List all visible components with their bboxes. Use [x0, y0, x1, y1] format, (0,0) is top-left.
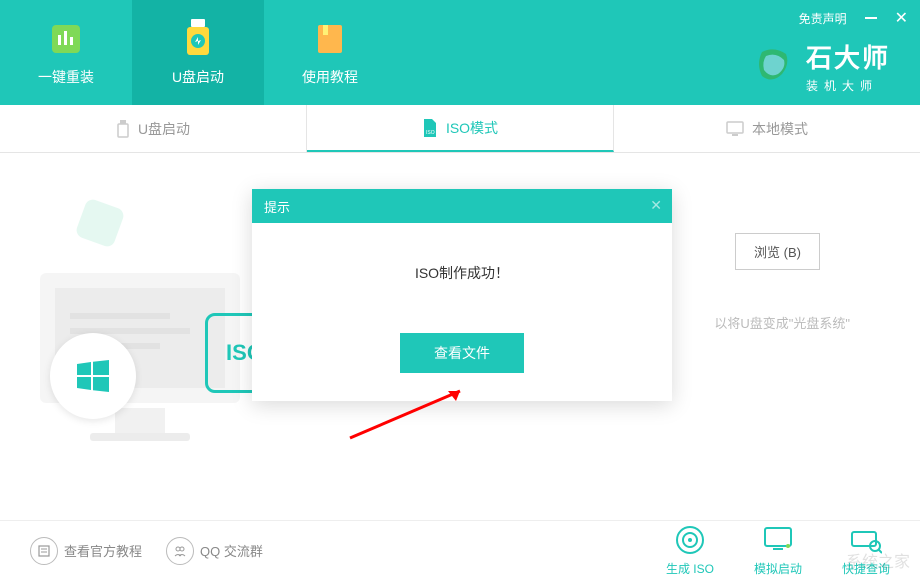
footer: 查看官方教程 QQ 交流群 生成 ISO 模拟启动 快捷查询 系统之家 — [0, 520, 920, 580]
usb-small-icon — [116, 120, 130, 138]
action-label: 模拟启动 — [754, 560, 802, 577]
tab-iso-mode[interactable]: ISO ISO模式 — [307, 105, 614, 152]
tab-local-mode[interactable]: 本地模式 — [614, 105, 920, 152]
window-controls: 免责声明 ✕ — [799, 8, 908, 28]
action-quick-query[interactable]: 快捷查询 — [842, 524, 890, 577]
main-content: ISO 浏览 (B) 以将U盘变成"光盘系统" 提示 ✕ ISO制作成功！ 查看… — [0, 153, 920, 520]
nav-usb-boot[interactable]: U盘启动 — [132, 0, 264, 105]
nav-label: 使用教程 — [302, 67, 358, 87]
tab-label: ISO模式 — [446, 118, 498, 138]
footer-actions: 生成 ISO 模拟启动 快捷查询 — [666, 524, 890, 577]
brand-logo-icon — [752, 44, 796, 88]
footer-qq-link[interactable]: QQ 交流群 — [166, 537, 263, 565]
dialog-message: ISO制作成功！ — [252, 223, 672, 333]
app-header: 免责声明 ✕ 一键重装 U盘启动 使用教程 石大师 — [0, 0, 920, 105]
book-icon — [310, 19, 350, 59]
nav-label: 一键重装 — [38, 67, 94, 87]
usb-icon — [178, 19, 218, 59]
brand-subtitle: 装机大师 — [806, 77, 890, 94]
brand-title: 石大师 — [806, 38, 890, 75]
book-small-icon — [30, 537, 58, 565]
dialog-header: 提示 ✕ — [252, 189, 672, 223]
hint-text: 以将U盘变成"光盘系统" — [714, 313, 850, 332]
brand: 石大师 装机大师 — [752, 38, 890, 94]
action-generate-iso[interactable]: 生成 ISO — [666, 524, 714, 577]
browse-button[interactable]: 浏览 (B) — [735, 233, 820, 270]
svg-text:ISO: ISO — [426, 130, 435, 136]
action-simulate-boot[interactable]: 模拟启动 — [754, 524, 802, 577]
monitor-play-icon — [762, 524, 794, 556]
dialog-close-button[interactable]: ✕ — [650, 197, 662, 214]
nav-tutorial[interactable]: 使用教程 — [264, 0, 396, 105]
main-nav: 一键重装 U盘启动 使用教程 — [0, 0, 396, 105]
minimize-button[interactable] — [865, 17, 877, 19]
action-label: 生成 ISO — [666, 560, 714, 577]
dialog-title: 提示 — [264, 197, 290, 216]
disclaimer-link[interactable]: 免责声明 — [799, 10, 847, 27]
nav-one-click-install[interactable]: 一键重装 — [0, 0, 132, 105]
windows-circle-icon — [50, 333, 136, 419]
nav-label: U盘启动 — [172, 67, 224, 87]
mode-tabs: U盘启动 ISO ISO模式 本地模式 — [0, 105, 920, 153]
file-iso-icon: ISO — [422, 119, 438, 137]
keyboard-search-icon — [850, 524, 882, 556]
tab-label: 本地模式 — [752, 119, 808, 139]
view-file-button[interactable]: 查看文件 — [400, 333, 524, 373]
tab-label: U盘启动 — [138, 119, 190, 139]
action-label: 快捷查询 — [842, 560, 890, 577]
group-icon — [166, 537, 194, 565]
tab-usb-boot[interactable]: U盘启动 — [0, 105, 307, 152]
footer-tutorial-link[interactable]: 查看官方教程 — [30, 537, 142, 565]
close-button[interactable]: ✕ — [895, 8, 908, 28]
bars-icon — [46, 19, 86, 59]
footer-link-label: QQ 交流群 — [200, 541, 263, 560]
dialog-footer: 查看文件 — [252, 333, 672, 401]
dialog: 提示 ✕ ISO制作成功！ 查看文件 — [252, 189, 672, 401]
footer-links: 查看官方教程 QQ 交流群 — [30, 537, 642, 565]
disc-icon — [674, 524, 706, 556]
footer-link-label: 查看官方教程 — [64, 541, 142, 560]
monitor-icon — [726, 121, 744, 137]
